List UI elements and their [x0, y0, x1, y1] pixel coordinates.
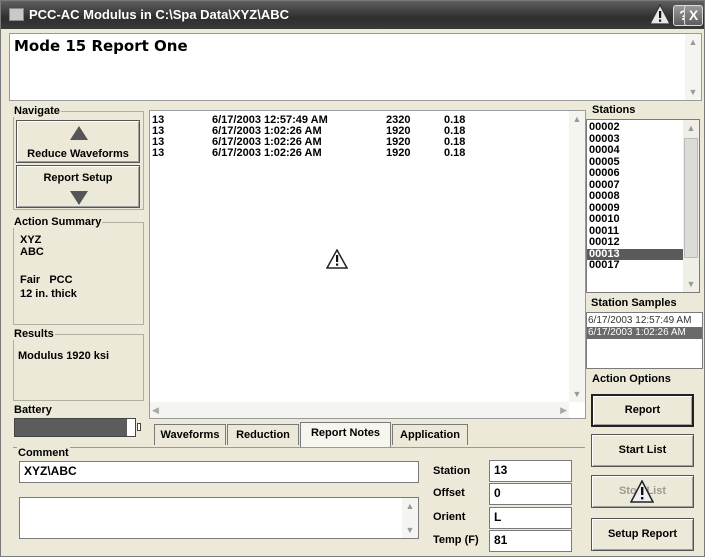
station-item[interactable]: 00002	[587, 121, 683, 134]
navigate-label: Navigate	[13, 105, 61, 117]
action-summary-group: Action Summary XYZ ABC Fair PCC 12 in. t…	[13, 216, 144, 325]
scroll-down-icon[interactable]: ▼	[685, 84, 701, 100]
results-group: Results Modulus 1920 ksi	[13, 328, 144, 401]
report-setup-button[interactable]: Report Setup	[16, 165, 140, 208]
warning-triangle-icon	[326, 249, 348, 269]
temp-field[interactable]: 81	[489, 530, 572, 552]
summary-line-1: XYZ	[20, 234, 42, 246]
orient-field[interactable]: L	[489, 507, 572, 529]
modulus-result: Modulus 1920 ksi	[18, 350, 110, 362]
stations-label: Stations	[591, 104, 637, 116]
reduce-waveforms-label: Reduce Waveforms	[27, 148, 129, 160]
station-field[interactable]: 13	[489, 460, 572, 482]
report-button[interactable]: Report	[591, 394, 694, 427]
divider	[13, 447, 585, 448]
offset-field-label: Offset	[433, 487, 465, 499]
station-item[interactable]: 00004	[587, 144, 683, 157]
offset-field[interactable]: 0	[489, 483, 572, 505]
scroll-down-icon[interactable]: ▼	[402, 522, 418, 538]
warning-triangle-icon	[649, 4, 671, 25]
app-icon	[9, 8, 24, 21]
scroll-left-icon[interactable]: ◀	[152, 402, 159, 418]
scroll-down-icon[interactable]: ▼	[569, 386, 585, 402]
title-bar[interactable]: PCC-AC Modulus in C:\Spa Data\XYZ\ABC ? …	[1, 1, 704, 29]
station-field-label: Station	[433, 465, 471, 477]
tab-application[interactable]: Application	[392, 424, 468, 445]
warning-triangle-icon	[630, 480, 654, 503]
station-samples-label: Station Samples	[590, 297, 678, 309]
station-item[interactable]: 00008	[587, 190, 683, 203]
station-item[interactable]: 00006	[587, 167, 683, 180]
notes-field[interactable]	[19, 497, 419, 539]
report-title-box[interactable]: Mode 15 Report One ▲ ▼	[9, 33, 702, 101]
action-options-label: Action Options	[591, 373, 672, 385]
summary-line-4: 12 in. thick	[20, 288, 77, 300]
scroll-up-icon[interactable]: ▲	[683, 120, 699, 136]
log-cell-station: 13	[152, 147, 165, 159]
summary-line-3: Fair PCC	[20, 274, 73, 286]
scroll-up-icon[interactable]: ▲	[685, 34, 701, 50]
comment-label: Comment	[17, 447, 70, 459]
scroll-up-icon[interactable]: ▲	[569, 111, 585, 127]
log-cell-datetime: 6/17/2003 1:02:26 AM	[212, 147, 322, 159]
stop-list-button: Stop List	[591, 475, 694, 508]
log-cell-modulus: 1920	[386, 147, 411, 159]
log-hscrollbar[interactable]: ◀ ▶	[150, 402, 569, 418]
summary-line-2: ABC	[20, 246, 44, 258]
log-vscrollbar[interactable]: ▲ ▼	[569, 111, 585, 402]
comment-field[interactable]: XYZ\ABC	[19, 461, 419, 483]
setup-report-button[interactable]: Setup Report	[591, 518, 694, 551]
results-label: Results	[13, 328, 55, 340]
application-window: PCC-AC Modulus in C:\Spa Data\XYZ\ABC ? …	[0, 0, 705, 557]
scroll-right-icon[interactable]: ▶	[560, 402, 567, 418]
temp-field-label: Temp (F)	[433, 534, 479, 546]
battery-label: Battery	[13, 404, 53, 416]
start-list-button[interactable]: Start List	[591, 434, 694, 467]
report-setup-label: Report Setup	[43, 172, 113, 184]
battery-fill	[15, 419, 127, 436]
action-summary-label: Action Summary	[13, 216, 103, 228]
tab-waveforms[interactable]: Waveforms	[154, 424, 226, 445]
scroll-up-icon[interactable]: ▲	[402, 498, 418, 514]
scroll-thumb[interactable]	[684, 138, 698, 258]
station-sample-item[interactable]: 6/17/2003 1:02:26 AM	[587, 327, 702, 339]
close-button[interactable]: X	[684, 5, 703, 26]
station-item[interactable]: 00010	[587, 213, 683, 226]
scroll-down-icon[interactable]: ▼	[683, 276, 699, 292]
station-sample-item[interactable]: 6/17/2003 12:57:49 AM	[587, 315, 702, 327]
reduce-waveforms-button[interactable]: Reduce Waveforms	[16, 120, 140, 163]
down-arrow-icon	[70, 191, 88, 205]
battery-terminal	[137, 423, 141, 431]
header-scrollbar[interactable]: ▲ ▼	[685, 34, 701, 100]
log-cell-value: 0.18	[444, 147, 466, 159]
stations-scrollbar[interactable]: ▲ ▼	[683, 120, 699, 292]
battery-meter	[14, 418, 136, 437]
stations-list[interactable]: 00002 00003 00004 00005 00006 00007 00008 00009…	[586, 119, 700, 293]
station-samples-list[interactable]: 6/17/2003 12:57:49 AM 6/17/2003 1:02:26 A…	[586, 312, 703, 369]
report-title: Mode 15 Report One	[14, 37, 188, 55]
tab-reduction[interactable]: Reduction	[227, 424, 299, 445]
station-item[interactable]: 00012	[587, 236, 683, 249]
station-item[interactable]: 00017	[587, 259, 683, 272]
up-arrow-icon	[70, 126, 88, 140]
window-title: PCC-AC Modulus in C:\Spa Data\XYZ\ABC	[29, 7, 290, 22]
notes-scrollbar[interactable]: ▲ ▼	[402, 498, 418, 538]
tab-report-notes[interactable]: Report Notes	[300, 422, 391, 447]
orient-field-label: Orient	[433, 511, 466, 523]
report-log[interactable]: 13 6/17/2003 12:57:49 AM 2320 0.18 13 6/17/20…	[149, 110, 586, 419]
